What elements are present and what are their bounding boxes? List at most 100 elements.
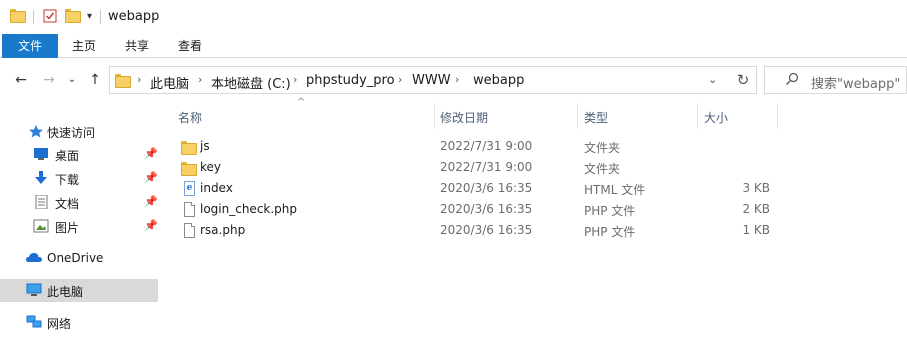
file-row[interactable]: e index 2020/3/6 16:35 HTML 文件 3 KB: [176, 178, 778, 199]
pin-icon[interactable]: 📌: [144, 195, 158, 208]
customize-toolbar-dropdown-icon[interactable]: ▾: [87, 11, 92, 22]
desktop-icon: [34, 148, 48, 160]
file-type: PHP 文件: [584, 225, 636, 239]
file-row[interactable]: key 2022/7/31 9:00 文件夹: [176, 157, 778, 178]
breadcrumb-separator[interactable]: ›: [137, 73, 141, 86]
file-date: 2020/3/6 16:35: [440, 223, 533, 237]
nav-label: 此电脑: [47, 285, 84, 299]
up-button[interactable]: ↑: [86, 71, 104, 89]
pin-icon[interactable]: 📌: [144, 219, 158, 232]
file-date: 2020/3/6 16:35: [440, 202, 533, 216]
file-date: 2020/3/6 16:35: [440, 181, 533, 195]
nav-quick-access[interactable]: 快速访问: [0, 120, 158, 142]
star-icon: [29, 125, 43, 138]
address-bar[interactable]: › 此电脑 › 本地磁盘 (C:) › phpstudy_pro › WWW ›…: [109, 66, 757, 94]
folder-icon: [181, 141, 197, 155]
nav-label: OneDrive: [47, 251, 104, 265]
search-icon: [786, 72, 799, 85]
file-date: 2022/7/31 9:00: [440, 160, 533, 174]
file-name: key: [200, 160, 222, 174]
php-file-icon: [184, 202, 195, 217]
file-name: index: [200, 181, 233, 195]
pin-icon[interactable]: 📌: [144, 147, 158, 160]
column-header-name[interactable]: 名称: [174, 103, 434, 129]
column-label: 类型: [584, 111, 609, 125]
tab-file[interactable]: 文件: [2, 34, 58, 58]
navigation-pane: 快速访问 桌面 📌 下载 📌 文档 📌 图片 📌 OneDrive 此电脑 网络: [0, 104, 160, 345]
new-folder-icon[interactable]: [65, 9, 81, 23]
download-icon: [35, 171, 47, 184]
window-title: webapp: [108, 9, 160, 24]
column-divider[interactable]: [777, 103, 778, 129]
divider: [33, 10, 34, 24]
nav-this-pc[interactable]: 此电脑: [0, 279, 158, 302]
file-row[interactable]: rsa.php 2020/3/6 16:35 PHP 文件 1 KB: [176, 220, 778, 241]
tab-share[interactable]: 共享: [117, 34, 157, 58]
breadcrumb-this-pc[interactable]: 此电脑: [150, 73, 189, 92]
column-divider[interactable]: [577, 103, 578, 129]
column-label: 修改日期: [440, 111, 489, 125]
folder-icon[interactable]: [10, 9, 26, 23]
file-type: 文件夹: [584, 141, 621, 155]
forward-button[interactable]: →: [40, 71, 58, 89]
divider: [100, 10, 101, 24]
nav-documents[interactable]: 文档 📌: [0, 191, 158, 213]
file-type: PHP 文件: [584, 204, 636, 218]
cloud-icon: [26, 253, 42, 262]
network-icon: [26, 315, 42, 328]
file-size: 3 KB: [742, 181, 770, 195]
title-bar: ▾ webapp: [0, 0, 907, 34]
column-header-date[interactable]: 修改日期: [436, 103, 576, 129]
file-size: 1 KB: [742, 223, 770, 237]
nav-label: 文档: [55, 197, 80, 211]
folder-icon: [181, 162, 197, 176]
pin-icon[interactable]: 📌: [144, 171, 158, 184]
breadcrumb-webapp[interactable]: webapp: [473, 73, 524, 88]
column-divider[interactable]: [697, 103, 698, 129]
file-size: 2 KB: [742, 202, 770, 216]
back-button[interactable]: ←: [12, 71, 30, 89]
file-type: HTML 文件: [584, 183, 646, 197]
tab-home[interactable]: 主页: [64, 34, 104, 58]
documents-icon: [35, 195, 48, 209]
nav-network[interactable]: 网络: [0, 311, 158, 333]
nav-onedrive[interactable]: OneDrive: [0, 247, 158, 269]
nav-label: 下载: [55, 173, 80, 187]
nav-label: 网络: [47, 317, 72, 331]
column-label: 大小: [704, 111, 729, 125]
tab-view[interactable]: 查看: [170, 34, 210, 58]
address-history-dropdown-icon[interactable]: ⌄: [708, 73, 717, 86]
breadcrumb-phpstudy-pro[interactable]: phpstudy_pro: [306, 73, 395, 88]
folder-icon: [115, 74, 131, 88]
nav-label: 桌面: [55, 149, 80, 163]
nav-label: 图片: [55, 221, 80, 235]
nav-downloads[interactable]: 下载 📌: [0, 167, 158, 189]
column-divider[interactable]: [434, 103, 435, 129]
file-row[interactable]: js 2022/7/31 9:00 文件夹: [176, 136, 778, 157]
breadcrumb-www[interactable]: WWW: [412, 73, 451, 88]
file-name: js: [200, 139, 210, 153]
breadcrumb-separator[interactable]: ›: [455, 73, 459, 86]
breadcrumb-local-disk[interactable]: 本地磁盘 (C:): [211, 73, 291, 92]
column-header-size[interactable]: 大小: [700, 103, 776, 129]
column-label: 名称: [178, 111, 203, 125]
file-date: 2022/7/31 9:00: [440, 139, 533, 153]
file-name: rsa.php: [200, 223, 246, 237]
ribbon-tabs: 文件 主页 共享 查看: [0, 34, 907, 58]
search-box[interactable]: 搜索"webapp": [764, 66, 907, 94]
nav-pictures[interactable]: 图片 📌: [0, 215, 158, 237]
recent-locations-dropdown[interactable]: ⌄: [63, 71, 81, 89]
column-header-type[interactable]: 类型: [580, 103, 696, 129]
file-row[interactable]: login_check.php 2020/3/6 16:35 PHP 文件 2 …: [176, 199, 778, 220]
breadcrumb-separator[interactable]: ›: [398, 73, 402, 86]
nav-desktop[interactable]: 桌面 📌: [0, 143, 158, 165]
pictures-icon: [33, 219, 49, 233]
file-type: 文件夹: [584, 162, 621, 176]
breadcrumb-separator[interactable]: ›: [198, 73, 202, 86]
refresh-button[interactable]: ↻: [733, 71, 753, 89]
html-file-icon: e: [184, 181, 195, 196]
properties-icon[interactable]: [43, 9, 57, 23]
search-placeholder: 搜索"webapp": [811, 77, 901, 92]
breadcrumb-separator[interactable]: ›: [293, 73, 297, 86]
nav-label: 快速访问: [47, 126, 96, 140]
